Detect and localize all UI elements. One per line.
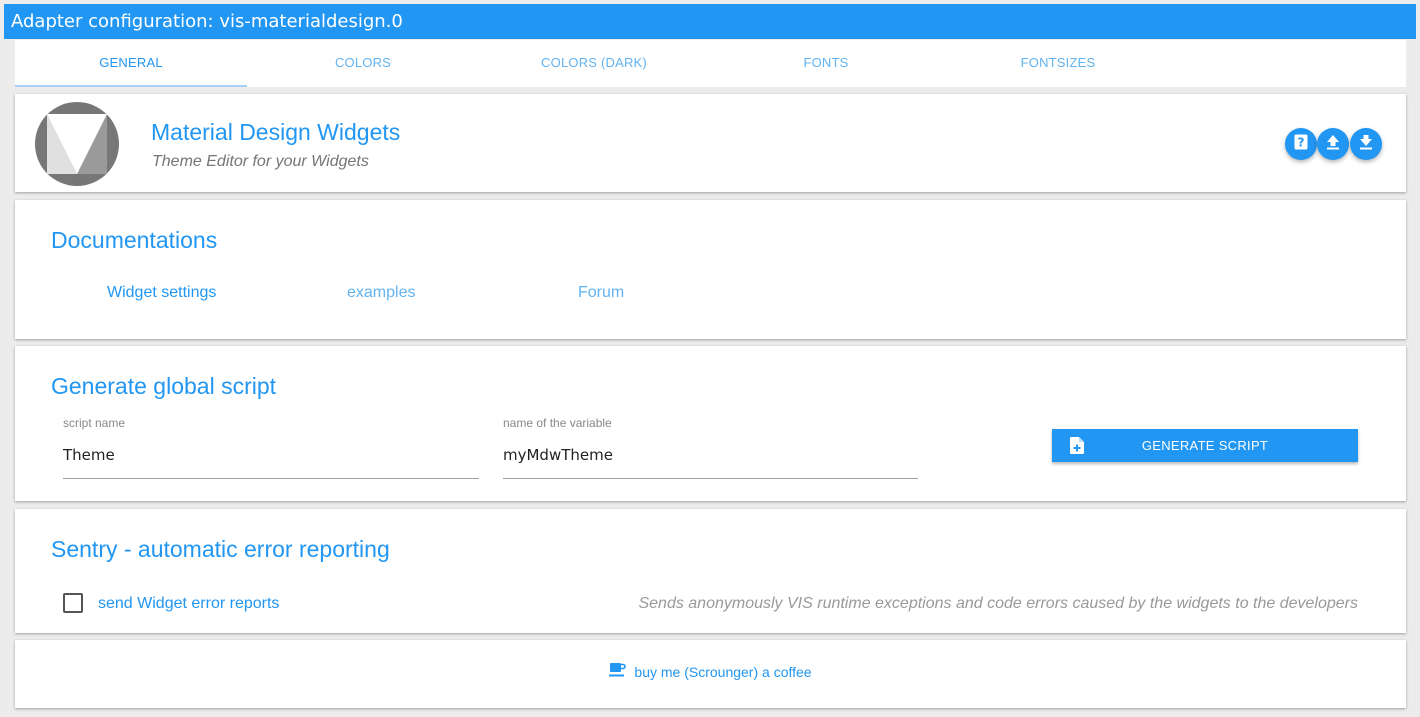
coffee-icon [609, 662, 627, 680]
link-examples[interactable]: examples [347, 284, 415, 302]
download-icon [1359, 134, 1373, 155]
download-button[interactable] [1350, 128, 1382, 160]
send-error-reports-checkbox[interactable] [63, 593, 83, 613]
tab-fonts[interactable]: FONTS [710, 40, 942, 87]
variable-name-label: name of the variable [503, 416, 612, 430]
generate-script-button[interactable]: GENERATE SCRIPT [1052, 429, 1358, 462]
tab-colors-dark[interactable]: COLORS (DARK) [478, 40, 710, 87]
coffee-card: buy me (Scrounger) a coffee [15, 640, 1406, 708]
generate-script-card: Generate global script script name name … [15, 346, 1406, 501]
documentation-card: Documentations Widget settings examples … [15, 200, 1406, 339]
documentation-title: Documentations [51, 227, 218, 253]
generate-script-label: GENERATE SCRIPT [1141, 438, 1269, 453]
sentry-card: Sentry - automatic error reporting send … [15, 509, 1406, 633]
material-design-logo [35, 102, 119, 186]
tab-bar: GENERAL COLORS COLORS (DARK) FONTS FONTS… [15, 40, 1406, 87]
tab-indicator [15, 85, 247, 87]
coffee-label: buy me (Scrounger) a coffee [634, 664, 812, 680]
coffee-link[interactable]: buy me (Scrounger) a coffee [15, 662, 1406, 680]
sentry-description: Sends anonymously VIS runtime exceptions… [638, 595, 1358, 612]
link-forum[interactable]: Forum [578, 284, 624, 302]
generate-script-title: Generate global script [51, 373, 277, 399]
script-name-input[interactable] [63, 442, 479, 479]
script-name-label: script name [63, 416, 126, 430]
tab-fontsizes[interactable]: FONTSIZES [942, 40, 1174, 87]
sentry-title: Sentry - automatic error reporting [51, 536, 390, 562]
help-icon: ? [1294, 134, 1308, 155]
tab-colors[interactable]: COLORS [247, 40, 479, 87]
window-title: Adapter configuration: vis-materialdesig… [4, 4, 1416, 39]
variable-name-input[interactable] [503, 442, 918, 479]
help-button[interactable]: ? [1285, 128, 1317, 160]
link-widget-settings[interactable]: Widget settings [107, 284, 216, 302]
upload-button[interactable] [1317, 128, 1349, 160]
svg-text:?: ? [1298, 135, 1305, 149]
upload-icon [1326, 134, 1340, 155]
header-card: Material Design Widgets Theme Editor for… [15, 94, 1406, 192]
file-plus-icon [1070, 437, 1084, 457]
app-title: Material Design Widgets [151, 119, 401, 145]
tab-general[interactable]: GENERAL [15, 40, 247, 87]
app-subtitle: Theme Editor for your Widgets [152, 153, 369, 170]
send-error-reports-label[interactable]: send Widget error reports [98, 595, 279, 613]
